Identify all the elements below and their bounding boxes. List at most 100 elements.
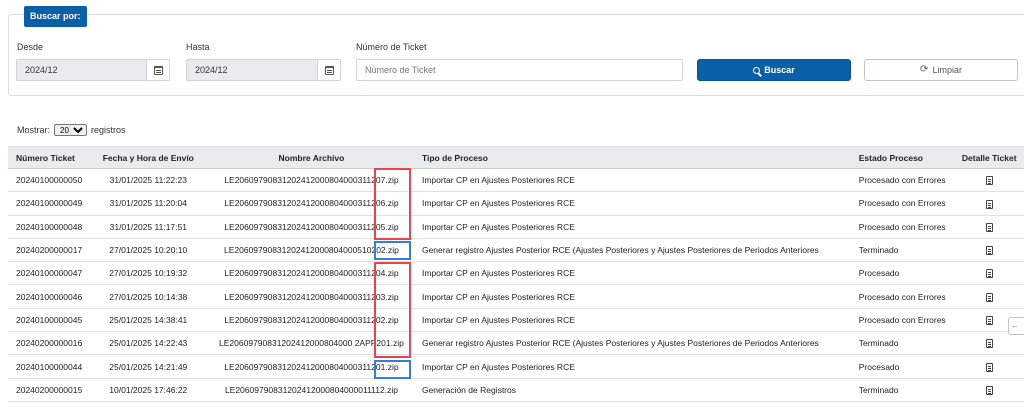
cell-archivo: LE20609790831202412000804000311206.zip bbox=[204, 191, 418, 216]
table-row: 20240200000016 25/01/2025 14:22:43 LE206… bbox=[8, 331, 1024, 356]
cell-estado: Terminado bbox=[854, 331, 955, 356]
cell-fecha: 31/01/2025 11:17:51 bbox=[91, 215, 205, 239]
cell-tipo: Importar CP en Ajustes Posteriores RCE bbox=[417, 168, 855, 193]
table-row: 20240200000017 27/01/2025 10:20:10 LE206… bbox=[8, 238, 1024, 263]
side-arrow-button[interactable]: ← bbox=[1008, 317, 1024, 335]
buscar-label: Buscar bbox=[764, 65, 795, 75]
desde-calendar-button[interactable] bbox=[146, 59, 170, 81]
cell-numero: 20240100000046 bbox=[8, 284, 92, 309]
document-icon[interactable] bbox=[985, 339, 993, 349]
cell-archivo: LE20609790831202412000804000510202.zip bbox=[204, 238, 418, 263]
cell-detalle bbox=[954, 168, 1024, 193]
table-row: 20240100000049 31/01/2025 11:20:04 LE206… bbox=[8, 191, 1024, 216]
cell-estado: Procesado con Errores bbox=[854, 215, 955, 239]
document-icon[interactable] bbox=[985, 222, 993, 232]
cell-archivo: LE20609790831202412000804000 2APP201.zip bbox=[204, 331, 418, 356]
cell-fecha: 31/01/2025 11:22:23 bbox=[91, 168, 205, 193]
cell-numero: 20240100000047 bbox=[8, 261, 92, 286]
document-icon[interactable] bbox=[985, 269, 993, 279]
cell-detalle bbox=[954, 284, 1024, 309]
cell-tipo: Importar CP en Ajustes Posteriores RCE bbox=[417, 191, 855, 216]
table-row: 20240100000048 31/01/2025 11:17:51 LE206… bbox=[8, 215, 1024, 239]
search-legend: Buscar por: bbox=[24, 6, 87, 27]
table-row: 20240100000047 27/01/2025 10:19:32 LE206… bbox=[8, 261, 1024, 286]
cell-fecha: 27/01/2025 10:19:32 bbox=[91, 261, 205, 286]
cell-estado: Procesado con Errores bbox=[854, 168, 955, 193]
table-row: 20240200000015 10/01/2025 17:46:22 LE206… bbox=[8, 378, 1024, 402]
header-numero[interactable]: Número Ticket bbox=[8, 146, 92, 169]
search-icon bbox=[753, 66, 761, 74]
cell-numero: 20240100000049 bbox=[8, 191, 92, 216]
document-icon[interactable] bbox=[985, 292, 993, 302]
table-row: 20240100000044 25/01/2025 14:21:49 LE206… bbox=[8, 354, 1024, 379]
table-row: 20240100000045 25/01/2025 14:38:41 LE206… bbox=[8, 308, 1024, 333]
cell-tipo: Generar registro Ajustes Posterior RCE (… bbox=[417, 331, 855, 356]
cell-archivo: LE20609790831202412000804000311204.zip bbox=[204, 261, 418, 286]
cell-numero: 20240100000050 bbox=[8, 168, 92, 193]
calendar-icon bbox=[153, 65, 163, 75]
document-icon[interactable] bbox=[985, 385, 993, 395]
cell-detalle bbox=[954, 331, 1024, 356]
cell-numero: 20240200000017 bbox=[8, 238, 92, 263]
cell-detalle bbox=[954, 378, 1024, 402]
desde-field[interactable]: 2024/12 bbox=[16, 59, 146, 81]
cell-archivo: LE20609790831202412000804000311203.zip bbox=[204, 284, 418, 309]
header-estado[interactable]: Estado Proceso bbox=[854, 146, 955, 169]
calendar-icon bbox=[324, 65, 334, 75]
entries-control: Mostrar: 20 registros bbox=[17, 124, 126, 136]
header-tipo[interactable]: Tipo de Proceso bbox=[417, 146, 855, 169]
cell-fecha: 31/01/2025 11:20:04 bbox=[91, 191, 205, 216]
cell-numero: 20240100000048 bbox=[8, 215, 92, 239]
table-header-row: Número Ticket Fecha y Hora de Envío Nomb… bbox=[8, 146, 1024, 169]
cell-numero: 20240200000015 bbox=[8, 378, 92, 402]
document-icon[interactable] bbox=[985, 362, 993, 372]
limpiar-label: Limpiar bbox=[932, 65, 962, 75]
cell-archivo: LE20609790831202412000804000011112.zip bbox=[204, 378, 418, 402]
cell-tipo: Importar CP en Ajustes Posteriores RCE bbox=[417, 261, 855, 286]
document-icon[interactable] bbox=[985, 199, 993, 209]
cell-numero: 20240200000016 bbox=[8, 331, 92, 356]
cell-numero: 20240100000044 bbox=[8, 354, 92, 379]
entries-suffix: registros bbox=[91, 125, 126, 135]
entries-select[interactable]: 20 bbox=[54, 124, 88, 136]
limpiar-button[interactable]: ⟳ Limpiar bbox=[864, 59, 1018, 81]
cell-archivo: LE20609790831202412000804000311202.zip bbox=[204, 308, 418, 333]
cell-fecha: 10/01/2025 17:46:22 bbox=[91, 378, 205, 402]
cell-estado: Procesado con Errores bbox=[854, 284, 955, 309]
cell-detalle bbox=[954, 238, 1024, 263]
cell-numero: 20240100000045 bbox=[8, 308, 92, 333]
cell-estado: Terminado bbox=[854, 238, 955, 263]
refresh-icon: ⟳ bbox=[920, 64, 929, 75]
cell-archivo: LE20609790831202412000804000311201.zip bbox=[204, 354, 418, 379]
cell-archivo: LE20609790831202412000804000311205.zip bbox=[204, 215, 418, 239]
document-icon[interactable] bbox=[985, 246, 993, 256]
hasta-field[interactable]: 2024/12 bbox=[186, 59, 317, 81]
cell-tipo: Importar CP en Ajustes Posteriores RCE bbox=[417, 308, 855, 333]
table-row: 20240100000050 31/01/2025 11:22:23 LE206… bbox=[8, 168, 1024, 193]
search-panel bbox=[8, 14, 1024, 96]
hasta-picker: 2024/12 bbox=[186, 59, 341, 81]
desde-picker: 2024/12 bbox=[16, 59, 170, 81]
entries-prefix: Mostrar: bbox=[17, 125, 51, 135]
cell-estado: Terminado bbox=[854, 378, 955, 402]
cell-detalle bbox=[954, 261, 1024, 286]
hasta-label: Hasta bbox=[186, 42, 210, 52]
cell-fecha: 25/01/2025 14:21:49 bbox=[91, 354, 205, 379]
ticket-label: Número de Ticket bbox=[356, 42, 427, 52]
cell-tipo: Importar CP en Ajustes Posteriores RCE bbox=[417, 215, 855, 239]
cell-estado: Procesado bbox=[854, 261, 955, 286]
header-detalle[interactable]: Detalle Ticket bbox=[954, 146, 1024, 169]
cell-detalle bbox=[954, 191, 1024, 216]
document-icon[interactable] bbox=[985, 316, 993, 326]
cell-fecha: 27/01/2025 10:14:38 bbox=[91, 284, 205, 309]
cell-fecha: 25/01/2025 14:22:43 bbox=[91, 331, 205, 356]
table-row: 20240100000046 27/01/2025 10:14:38 LE206… bbox=[8, 284, 1024, 309]
ticket-input[interactable] bbox=[356, 59, 683, 81]
header-archivo[interactable]: Nombre Archivo bbox=[204, 146, 418, 169]
header-fecha[interactable]: Fecha y Hora de Envío bbox=[91, 146, 205, 169]
cell-detalle bbox=[954, 354, 1024, 379]
hasta-calendar-button[interactable] bbox=[317, 59, 341, 81]
document-icon[interactable] bbox=[985, 176, 993, 186]
buscar-button[interactable]: Buscar bbox=[697, 59, 851, 81]
desde-label: Desde bbox=[17, 42, 44, 52]
